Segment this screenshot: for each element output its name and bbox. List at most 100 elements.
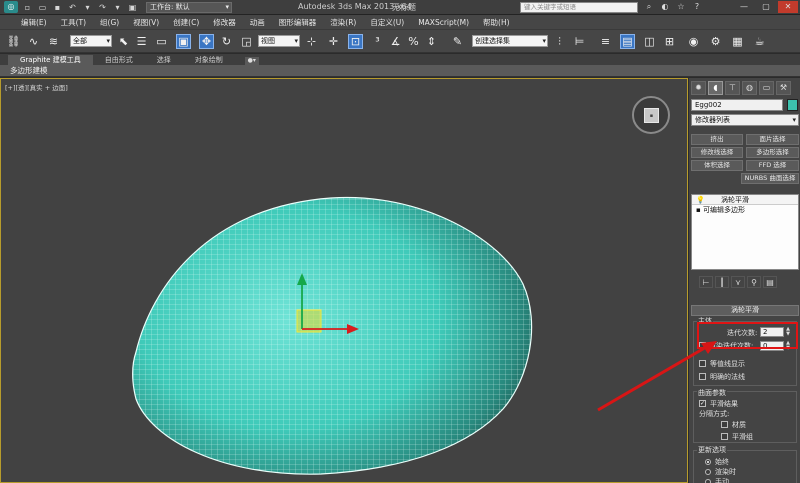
window-crossing-icon[interactable]: ▣ [176,34,191,49]
curve-editor-icon[interactable]: ◫ [642,34,657,49]
display-tab-icon[interactable]: ▭ [759,81,774,95]
separate-materials-checkbox[interactable] [721,421,728,428]
tab-graphite-modeling[interactable]: Graphite 建模工具 [8,55,93,65]
update-always-radio[interactable] [705,459,711,465]
remove-modifier-icon[interactable]: ⚲ [747,276,761,288]
select-and-scale-icon[interactable]: ◲ [239,34,254,49]
ffd-select-button[interactable]: FFD 选择 [746,160,799,171]
modifier-stack[interactable]: 💡 涡轮平滑 ▪ 可编辑多边形 [691,194,799,270]
configure-sets-icon[interactable]: ▤ [763,276,777,288]
menu-views[interactable]: 视图(V) [126,17,166,28]
pin-stack-icon[interactable]: ⊢ [699,276,713,288]
menu-group[interactable]: 组(G) [93,17,126,28]
extrude-button[interactable]: 挤出 [691,134,743,145]
egg-mesh[interactable] [1,79,687,482]
search-input[interactable]: 键入关键字或短语 [520,2,638,13]
object-name-field[interactable]: Egg002 [691,99,783,111]
patch-select-button[interactable]: 面片选择 [746,134,799,145]
snaps-toggle-icon[interactable]: ³ [370,34,385,49]
rectangular-selection-icon[interactable]: ▭ [154,34,169,49]
communication-icon[interactable]: ☆ [676,2,686,12]
nurbs-surface-select-button[interactable]: NURBS 曲面选择 [741,173,799,184]
graphite-toggle-icon[interactable]: ▤ [620,34,635,49]
update-on-render-radio[interactable] [705,469,711,475]
layer-manager-icon[interactable]: ≡ [598,34,613,49]
show-end-result-icon[interactable]: ┃ [715,276,729,288]
subscription-icon[interactable]: ◐ [660,2,670,12]
workspace-dropdown[interactable]: 工作台: 默认 [146,1,232,13]
viewcube-top-face[interactable]: ▪ [644,108,659,123]
schematic-view-icon[interactable]: ⊞ [662,34,677,49]
create-tab-icon[interactable]: ✹ [691,81,706,95]
modify-tab-icon[interactable]: ◖ [708,81,723,95]
expand-icon[interactable]: ▪ [696,206,701,214]
edit-named-selection-icon[interactable]: ✎ [450,34,465,49]
make-unique-icon[interactable]: ⋎ [731,276,745,288]
align-icon[interactable]: ⊨ [572,34,587,49]
undo-dropdown-icon[interactable]: ▾ [82,2,93,13]
reference-coordinate-dropdown[interactable]: 视图 [258,35,300,47]
perspective-viewport[interactable]: [+][透][真实 + 边面] ▪ [0,78,688,483]
menu-create[interactable]: 创建(C) [166,17,206,28]
menu-edit[interactable]: 编辑(E) [14,17,54,28]
separate-smoothing-groups-checkbox[interactable] [721,433,728,440]
new-file-icon[interactable]: ▫ [22,2,33,13]
named-selection-dropdown[interactable]: 创建选择集 [472,35,548,47]
maximize-icon[interactable]: ▢ [756,1,776,13]
spinner-snap-icon[interactable]: ⇕ [424,34,439,49]
stack-item-turbosmooth[interactable]: 💡 涡轮平滑 [692,195,798,205]
mirror-icon[interactable]: ⫶ [552,34,567,49]
smooth-result-checkbox[interactable]: ✓ [699,400,706,407]
menu-help[interactable]: 帮助(H) [476,17,517,28]
viewcube-icon[interactable]: ▪ [632,96,670,134]
update-manual-radio[interactable] [705,479,711,483]
isoline-display-checkbox[interactable] [699,360,706,367]
menu-tools[interactable]: 工具(T) [54,17,93,28]
select-and-move-icon[interactable]: ✥ [199,34,214,49]
select-and-link-icon[interactable]: ⛓ [6,34,21,49]
open-file-icon[interactable]: ▭ [37,2,48,13]
menu-rendering[interactable]: 渲染(R) [323,17,363,28]
redo-dropdown-icon[interactable]: ▾ [112,2,123,13]
render-production-icon[interactable]: ☕ [752,34,767,49]
menu-animation[interactable]: 动画 [243,17,272,28]
modifier-list-dropdown[interactable]: 修改器列表 [691,114,799,126]
menu-graph-editors[interactable]: 图形编辑器 [272,17,324,28]
select-and-rotate-icon[interactable]: ↻ [219,34,234,49]
select-by-name-icon[interactable]: ☰ [134,34,149,49]
select-manipulate-icon[interactable]: ✛ [326,34,341,49]
explicit-normals-checkbox[interactable] [699,373,706,380]
hierarchy-tab-icon[interactable]: ⊤ [725,81,740,95]
select-object-icon[interactable]: ⬉ [116,34,131,49]
project-folder-icon[interactable]: ▣ [127,2,138,13]
search-icon[interactable]: ⌕ [644,2,654,12]
pivot-center-icon[interactable]: ⊹ [304,34,319,49]
poly-select-button[interactable]: 多边形选择 [746,147,799,158]
rendered-frame-icon[interactable]: ▦ [730,34,745,49]
app-logo-icon[interactable]: ◎ [4,1,18,13]
utilities-tab-icon[interactable]: ⚒ [776,81,791,95]
angle-snap-icon[interactable]: ∡ [388,34,403,49]
percent-snap-icon[interactable]: % [406,34,421,49]
ribbon-options-icon[interactable]: ●▾ [244,57,259,65]
spline-select-button[interactable]: 修改线选择 [691,147,743,158]
unlink-icon[interactable]: ∿ [26,34,41,49]
tab-selection[interactable]: 选择 [145,55,183,65]
volume-select-button[interactable]: 体积选择 [691,160,743,171]
tab-freeform[interactable]: 自由形式 [93,55,145,65]
tab-object-paint[interactable]: 对象绘制 [183,55,235,65]
turbosmooth-rollout-header[interactable]: 涡轮平滑 [691,305,799,316]
close-icon[interactable]: ✕ [778,1,798,13]
undo-icon[interactable]: ↶ [67,2,78,13]
minimize-icon[interactable]: — [734,1,754,13]
save-file-icon[interactable]: ▪ [52,2,63,13]
motion-tab-icon[interactable]: ◍ [742,81,757,95]
help-icon[interactable]: ? [692,2,702,12]
bind-space-warp-icon[interactable]: ≋ [46,34,61,49]
redo-icon[interactable]: ↷ [97,2,108,13]
menu-customize[interactable]: 自定义(U) [363,17,411,28]
material-editor-icon[interactable]: ◉ [686,34,701,49]
render-setup-icon[interactable]: ⚙ [708,34,723,49]
selection-filter-dropdown[interactable]: 全部 [70,35,112,47]
menu-modifiers[interactable]: 修改器 [206,17,243,28]
